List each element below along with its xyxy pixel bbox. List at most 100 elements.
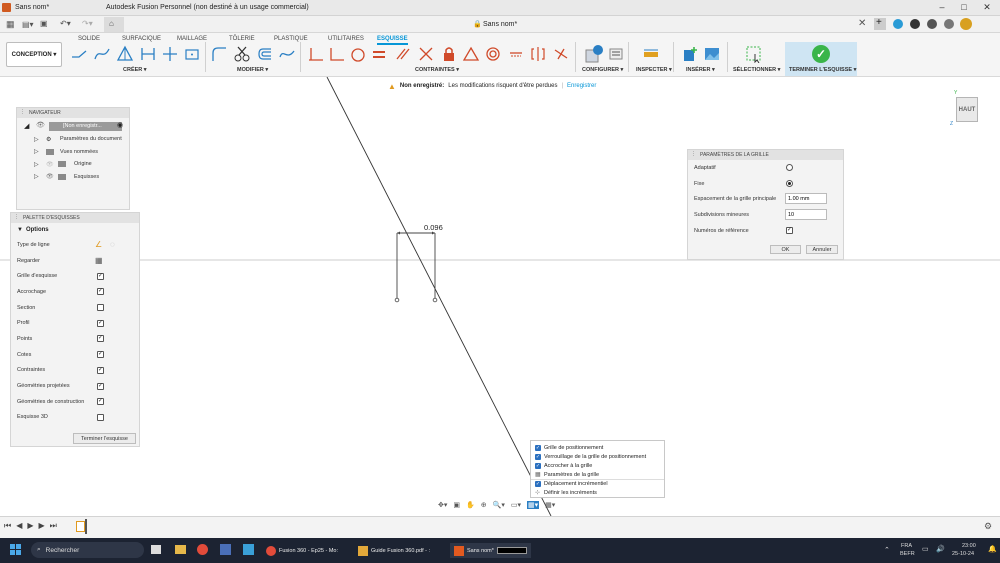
grid-menu-item[interactable]: ✓ Déplacement incrémentiel	[531, 479, 664, 488]
viewcube-face[interactable]: HAUT	[956, 97, 978, 122]
options-section[interactable]: ▼ Options	[11, 223, 139, 237]
cancel-button[interactable]: Annuler	[806, 245, 838, 254]
taskbar-app-fusion[interactable]: Sans nom*	[450, 543, 531, 558]
grid-menu-item[interactable]: ✓ Accrocher à la grille	[531, 461, 664, 470]
spline-tool-icon[interactable]	[93, 45, 111, 63]
look-icon[interactable]: ▣	[453, 501, 460, 509]
undo-icon[interactable]: ↶▾	[60, 19, 71, 28]
display-settings-icon[interactable]: ▭▾	[511, 501, 521, 509]
configure-icon[interactable]	[583, 43, 605, 65]
eye-icon[interactable]: 👁	[46, 173, 54, 180]
finish-sketch-button[interactable]: ✓ TERMINER L'ESQUISSE ▾	[785, 42, 857, 76]
timeline-marker[interactable]	[85, 519, 87, 534]
sketch-line[interactable]	[326, 77, 552, 516]
line-tool-icon[interactable]	[70, 45, 88, 63]
mirror-tool-icon[interactable]	[278, 45, 296, 63]
close-doc-icon[interactable]: ✕	[858, 18, 866, 29]
doc-tab-title[interactable]: Sans nom*	[15, 4, 49, 11]
job-status-icon[interactable]	[910, 19, 920, 29]
tab-solide[interactable]: SOLIDE	[78, 36, 100, 42]
select-icon[interactable]	[745, 45, 763, 63]
projected-geometry-checkbox[interactable]	[97, 382, 104, 390]
expand-icon[interactable]: ▷	[34, 136, 39, 143]
viewcube[interactable]: Y HAUT Z	[950, 90, 984, 128]
minimize-icon[interactable]: –	[935, 2, 949, 12]
file-icon[interactable]: ▤▾	[22, 20, 34, 29]
timeline-sketch-icon[interactable]	[76, 521, 85, 532]
expand-icon[interactable]: ▷	[34, 161, 39, 168]
grid-menu-item[interactable]: ▦ Paramètres de la grille	[531, 470, 664, 479]
nav-item-document-settings[interactable]: ▷ ⚙ Paramètres du document	[17, 133, 129, 146]
triangle-tool-icon[interactable]	[116, 45, 134, 63]
file-explorer-icon[interactable]	[175, 545, 186, 554]
insert-derive-icon[interactable]	[681, 45, 699, 63]
play-icon[interactable]: ▶	[27, 521, 33, 531]
expand-icon[interactable]: ▷	[34, 173, 39, 180]
step-back-icon[interactable]: ◀	[16, 521, 22, 531]
fillet-tool-icon[interactable]	[210, 45, 228, 63]
nav-item-origin[interactable]: ▷ 👁 Origine	[17, 158, 129, 171]
clock-time[interactable]: 23:00	[962, 543, 976, 549]
new-tab-button[interactable]: +	[874, 17, 886, 30]
dimension-value[interactable]: 0.096	[424, 223, 443, 232]
pan-hand-icon[interactable]: ✋	[466, 501, 475, 509]
windows-start-icon[interactable]	[10, 544, 21, 555]
symmetry-icon[interactable]	[529, 45, 547, 63]
clock-date[interactable]: 25-10-24	[952, 551, 974, 557]
tab-surfacique[interactable]: SURFACIQUE	[122, 36, 161, 42]
root-component-label[interactable]: [Non enregistr...	[49, 122, 122, 131]
close-icon[interactable]: ✕	[980, 2, 994, 13]
taskbar-search[interactable]: ⌕ Rechercher	[31, 542, 144, 558]
notification-bell-icon[interactable]: 🔔	[988, 545, 997, 553]
tray-chevron-icon[interactable]: ⌃	[884, 546, 890, 554]
points-checkbox[interactable]	[97, 335, 104, 343]
point-tool-icon[interactable]	[161, 45, 179, 63]
go-start-icon[interactable]: ⏮	[4, 521, 11, 531]
tab-utilitaires[interactable]: UTILITAIRES	[328, 36, 364, 42]
concentric-icon[interactable]	[484, 45, 502, 63]
sketch-point[interactable]	[394, 297, 400, 303]
help-icon[interactable]	[944, 19, 954, 29]
perpendicular-icon[interactable]	[328, 45, 346, 63]
extensions-icon[interactable]	[893, 19, 903, 29]
collinear-icon[interactable]	[417, 45, 435, 63]
reference-numbers-checkbox[interactable]	[786, 227, 793, 235]
finish-sketch-palette-button[interactable]: Terminer l'esquisse	[73, 433, 136, 444]
group-select-label[interactable]: SÉLECTIONNER ▾	[733, 67, 780, 73]
task-view-icon[interactable]	[151, 545, 161, 554]
sketch-point[interactable]	[432, 297, 438, 303]
horizontal-vertical-icon[interactable]	[507, 45, 525, 63]
measure-icon[interactable]	[642, 45, 660, 63]
expand-icon[interactable]: ▷	[34, 148, 39, 155]
panel-handle-icon[interactable]: ⋮	[691, 151, 696, 157]
viewports-icon[interactable]: ▦▾	[545, 501, 555, 509]
insert-image-icon[interactable]	[703, 45, 721, 63]
store-icon[interactable]	[243, 544, 254, 555]
minor-subdivisions-input[interactable]	[785, 209, 827, 221]
step-forward-icon[interactable]: ▶	[39, 521, 45, 531]
grid-menu-item[interactable]: ✓ Verrouillage de la grille de positionne…	[531, 452, 664, 461]
tab-maillage[interactable]: MAILLAGE	[177, 36, 207, 42]
group-configure-label[interactable]: CONFIGURER ▾	[582, 67, 623, 73]
equal-icon[interactable]	[370, 45, 388, 63]
group-create-label[interactable]: CRÉER ▾	[123, 67, 147, 73]
go-end-icon[interactable]: ⏭	[50, 521, 57, 531]
workspace-dropdown[interactable]: CONCEPTION ▾	[6, 42, 62, 67]
group-inspect-label[interactable]: INSPECTER ▾	[636, 67, 672, 73]
sketch-3d-checkbox[interactable]	[97, 413, 104, 421]
adaptive-radio[interactable]	[786, 164, 793, 171]
sketch-grid-checkbox[interactable]	[97, 272, 104, 280]
panel-handle-icon[interactable]: ⋮	[14, 214, 19, 220]
curvature-icon[interactable]	[552, 45, 570, 63]
snap-checkbox[interactable]	[97, 288, 104, 296]
taskbar-app-chrome[interactable]: Fusion 360 - Ep25 - Mo:	[266, 543, 338, 558]
trim-tool-icon[interactable]	[233, 45, 251, 63]
tangent-icon[interactable]	[349, 45, 367, 63]
navigator-root[interactable]: ◢ 👁 [Non enregistr... ◉	[17, 121, 129, 133]
tab-esquisse[interactable]: ESQUISSE	[377, 36, 408, 45]
section-checkbox[interactable]	[97, 304, 104, 312]
display-icon[interactable]: ▭	[922, 545, 929, 553]
keyboard-layout[interactable]: BEFR	[900, 551, 915, 557]
group-constraints-label[interactable]: CONTRAINTES ▾	[415, 67, 459, 73]
zoom-window-icon[interactable]: 🔍▾	[493, 501, 505, 509]
